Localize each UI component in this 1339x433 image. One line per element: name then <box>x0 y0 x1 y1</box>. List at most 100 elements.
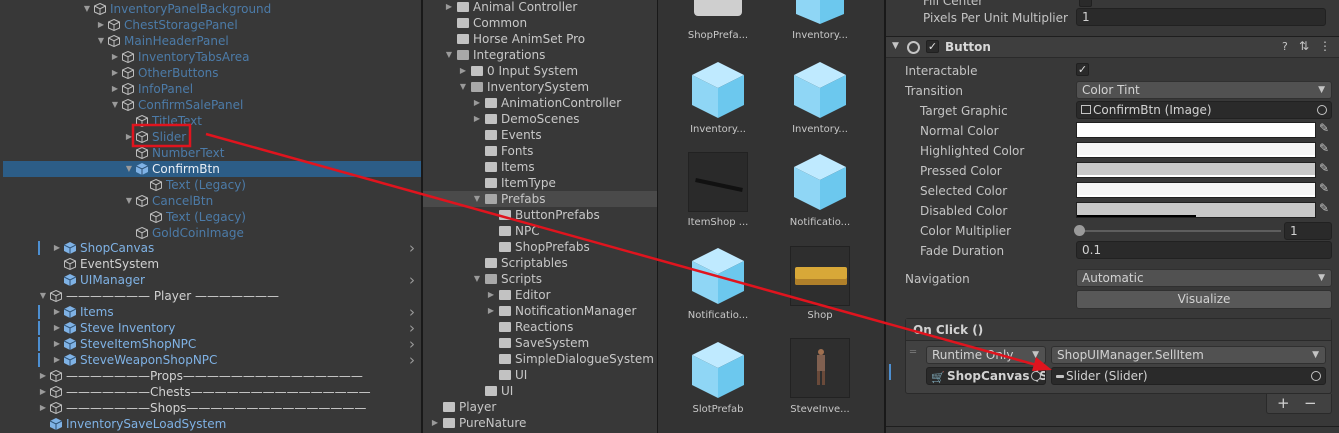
hierarchy-row[interactable]: ▼ ——————— Player ——————— <box>3 288 421 304</box>
eyedropper-icon[interactable]: ✎ <box>1319 181 1329 195</box>
color-multiplier-slider[interactable] <box>1074 223 1281 239</box>
component-header[interactable]: ▼ ✓ Button ? ⇅ ⋮ <box>886 36 1339 58</box>
hierarchy-row[interactable]: ▶ ———————Props——————————————— <box>3 368 421 384</box>
foldout-closed-icon[interactable]: ▶ <box>38 400 48 416</box>
help-icon[interactable]: ? <box>1282 40 1288 53</box>
hierarchy-row[interactable]: ▼ MainHeaderPanel <box>3 33 421 49</box>
foldout-closed-icon[interactable]: ▶ <box>52 352 62 368</box>
foldout-open-icon[interactable]: ▼ <box>82 1 92 17</box>
foldout-closed-icon[interactable]: ▶ <box>52 336 62 352</box>
pixels-per-unit-field[interactable]: 1 <box>1076 8 1326 26</box>
hierarchy-row[interactable]: ▶ SteveItemShopNPC › <box>3 336 421 352</box>
slider-handle[interactable] <box>1074 225 1085 236</box>
hierarchy-row[interactable]: ▼ InventoryPanelBackground <box>3 1 421 17</box>
hierarchy-row[interactable]: TitleText <box>3 113 421 129</box>
remove-listener-button[interactable]: − <box>1304 394 1317 412</box>
foldout-open-icon[interactable]: ▼ <box>124 193 134 209</box>
hierarchy-row[interactable]: ▶ SteveWeaponShopNPC › <box>3 352 421 368</box>
argument-object-field[interactable]: Slider (Slider) <box>1051 367 1326 385</box>
hierarchy-row[interactable]: GoldCoinImage <box>3 225 421 241</box>
folder-row[interactable]: Common <box>423 15 657 31</box>
target-object-field[interactable]: 🛒 ShopCanvas (S <box>926 367 1046 385</box>
foldout-closed-icon[interactable]: ▶ <box>472 111 482 127</box>
folder-row[interactable]: SimpleDialogueSystem <box>423 351 657 367</box>
folder-row[interactable]: SaveSystem <box>423 335 657 351</box>
folder-row[interactable]: NPC <box>423 223 657 239</box>
open-prefab-chevron-icon[interactable]: › <box>409 320 415 336</box>
folder-row[interactable]: ▶ NotificationManager <box>423 303 657 319</box>
hierarchy-row[interactable]: ▶ ChestStoragePanel <box>3 17 421 33</box>
component-enabled-checkbox[interactable]: ✓ <box>926 40 939 53</box>
target-graphic-field[interactable]: ConfirmBtn (Image) <box>1076 101 1332 119</box>
foldout-closed-icon[interactable]: ▶ <box>52 320 62 336</box>
hierarchy-row[interactable]: InventorySaveLoadSystem <box>3 416 421 432</box>
folder-row[interactable]: ▶ PureNature <box>423 415 657 431</box>
folder-row[interactable]: ▶ Animal Controller <box>423 0 657 15</box>
open-prefab-chevron-icon[interactable]: › <box>409 304 415 320</box>
folder-row[interactable]: ▼ InventorySystem <box>423 79 657 95</box>
folder-row[interactable]: Events <box>423 127 657 143</box>
foldout-open-icon[interactable]: ▼ <box>472 271 482 287</box>
foldout-closed-icon[interactable]: ▶ <box>110 81 120 97</box>
folder-row[interactable]: Reactions <box>423 319 657 335</box>
drag-handle-icon[interactable]: ═ <box>910 347 916 358</box>
pressed-color-swatch[interactable] <box>1076 162 1316 178</box>
foldout-closed-icon[interactable]: ▶ <box>52 240 62 256</box>
foldout-closed-icon[interactable]: ▶ <box>458 63 468 79</box>
runtime-dropdown[interactable]: Runtime Only ▼ <box>926 346 1046 364</box>
folder-row[interactable]: UI <box>423 383 657 399</box>
hierarchy-row[interactable]: ▶ Items › <box>3 304 421 320</box>
presets-icon[interactable]: ⇅ <box>1299 39 1309 53</box>
folder-row[interactable]: UI <box>423 367 657 383</box>
asset-item[interactable]: ItemShop ... <box>668 150 768 230</box>
highlighted-color-swatch[interactable] <box>1076 142 1316 158</box>
asset-item[interactable]: Shop <box>770 244 870 324</box>
asset-item[interactable]: Inventory... <box>668 58 768 138</box>
foldout-arrow-icon[interactable]: ▼ <box>892 41 899 51</box>
open-prefab-chevron-icon[interactable]: › <box>409 240 415 256</box>
folder-row[interactable]: ▶ 0 Input System <box>423 63 657 79</box>
add-listener-button[interactable]: + <box>1277 394 1290 412</box>
asset-item[interactable]: Inventory... <box>770 0 870 42</box>
eyedropper-icon[interactable]: ✎ <box>1319 201 1329 215</box>
normal-color-swatch[interactable] <box>1076 122 1316 138</box>
hierarchy-row[interactable]: ▼ CancelBtn <box>3 193 421 209</box>
foldout-closed-icon[interactable]: ▶ <box>472 95 482 111</box>
folder-row[interactable]: ▶ DemoScenes <box>423 111 657 127</box>
eyedropper-icon[interactable]: ✎ <box>1319 121 1329 135</box>
disabled-color-swatch[interactable] <box>1076 202 1316 218</box>
hierarchy-row[interactable]: Text (Legacy) <box>3 209 421 225</box>
folder-row[interactable]: ▼ Prefabs <box>423 191 657 207</box>
hierarchy-row[interactable]: ▶ ShopCanvas › <box>3 240 421 256</box>
eyedropper-icon[interactable]: ✎ <box>1319 141 1329 155</box>
object-picker-icon[interactable] <box>1317 105 1327 115</box>
color-multiplier-field[interactable]: 1 <box>1284 222 1332 240</box>
asset-item[interactable]: Notificatio... <box>668 244 768 324</box>
hierarchy-row[interactable]: ▶ OtherButtons <box>3 65 421 81</box>
foldout-open-icon[interactable]: ▼ <box>458 79 468 95</box>
folder-row[interactable]: Scriptables <box>423 255 657 271</box>
fill-center-checkbox[interactable] <box>1079 0 1092 7</box>
asset-item[interactable]: Inventory... <box>770 58 870 138</box>
open-prefab-chevron-icon[interactable]: › <box>409 352 415 368</box>
open-prefab-chevron-icon[interactable]: › <box>409 336 415 352</box>
hierarchy-row[interactable]: EventSystem <box>3 256 421 272</box>
selected-color-swatch[interactable] <box>1076 182 1316 198</box>
folder-row[interactable]: ▼ Scripts <box>423 271 657 287</box>
foldout-closed-icon[interactable]: ▶ <box>110 65 120 81</box>
foldout-open-icon[interactable]: ▼ <box>96 33 106 49</box>
asset-item[interactable]: ShopPrefa... <box>668 0 768 42</box>
hierarchy-row[interactable]: Text (Legacy) <box>3 177 421 193</box>
foldout-open-icon[interactable]: ▼ <box>110 97 120 113</box>
navigation-dropdown[interactable]: Automatic ▼ <box>1076 269 1332 287</box>
folder-row[interactable]: ▶ Editor <box>423 287 657 303</box>
folder-row[interactable]: Fonts <box>423 143 657 159</box>
foldout-closed-icon[interactable]: ▶ <box>38 368 48 384</box>
hierarchy-row[interactable]: ▶ InventoryTabsArea <box>3 49 421 65</box>
folder-row[interactable]: Player <box>423 399 657 415</box>
foldout-closed-icon[interactable]: ▶ <box>430 415 440 431</box>
foldout-closed-icon[interactable]: ▶ <box>124 129 134 145</box>
foldout-open-icon[interactable]: ▼ <box>444 47 454 63</box>
foldout-open-icon[interactable]: ▼ <box>472 191 482 207</box>
foldout-closed-icon[interactable]: ▶ <box>486 287 496 303</box>
